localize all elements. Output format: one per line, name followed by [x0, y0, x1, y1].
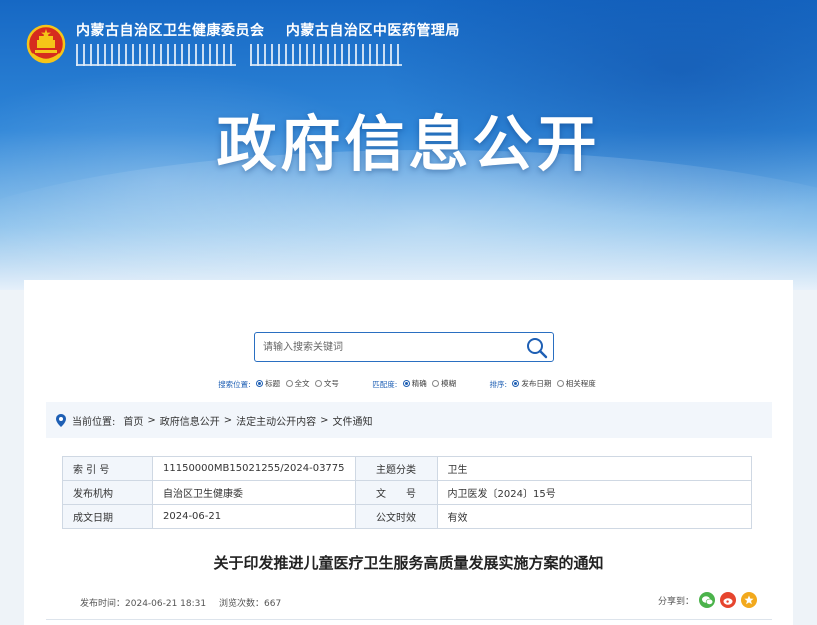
divider [46, 619, 772, 620]
filter-search-position: 搜索位置: 标题 全文 文号 [218, 378, 342, 390]
breadcrumb-separator: > [223, 414, 233, 426]
meta-key: 成文日期 [62, 504, 153, 529]
meta-key: 文 号 [354, 480, 438, 505]
document-meta-table: 索 引 号 11150000MB15021255/2024-03775 主题分类… [62, 456, 753, 529]
breadcrumb-notices[interactable]: 文件通知 [333, 413, 373, 428]
content-card: 搜索位置: 标题 全文 文号 匹配度: 精确 模糊 排序: 发布日期 相关程度 … [24, 280, 793, 625]
filter-label: 匹配度: [372, 380, 398, 389]
meta-key: 公文时效 [354, 504, 438, 529]
meta-key: 主题分类 [354, 456, 438, 481]
radio-exact[interactable]: 精确 [402, 378, 427, 389]
breadcrumb-home[interactable]: 首页 [123, 413, 143, 428]
search-box [254, 332, 554, 362]
publish-time: 2024-06-21 18:31 [125, 599, 207, 609]
filter-label: 排序: [489, 380, 508, 389]
radio-title[interactable]: 标题 [256, 378, 280, 389]
filter-match: 匹配度: 精确 模糊 [372, 378, 459, 390]
breadcrumb-separator: > [320, 414, 329, 426]
page-title: 政府信息公开 [216, 110, 601, 180]
meta-value: 内卫医发〔2024〕15号 [436, 480, 753, 505]
mongolian-script-names [76, 44, 402, 68]
breadcrumb-gov-info[interactable]: 政府信息公开 [160, 413, 220, 428]
favorite-icon[interactable] [741, 592, 757, 608]
org-name-tcm-bureau[interactable]: 内蒙古自治区中医药管理局 [286, 23, 460, 39]
meta-value: 2024-06-21 [152, 504, 356, 529]
search-input[interactable] [255, 333, 515, 361]
org-names: 内蒙古自治区卫生健康委员会 内蒙古自治区中医药管理局 [76, 20, 460, 40]
meta-value: 有效 [436, 504, 753, 529]
location-pin-icon [56, 413, 66, 427]
mongolian-text-image [76, 44, 236, 66]
meta-value: 11150000MB15021255/2024-03775 [152, 456, 356, 481]
views-count: 667 [264, 599, 282, 609]
wechat-icon[interactable] [699, 592, 715, 608]
radio-fuzzy[interactable]: 模糊 [432, 378, 456, 389]
breadcrumb-statutory[interactable]: 法定主动公开内容 [236, 413, 316, 428]
national-emblem-icon[interactable] [26, 24, 66, 66]
views-label: 浏览次数： [219, 599, 265, 609]
meta-key: 发布机构 [62, 480, 153, 505]
breadcrumb: 当前位置: 首页 > 政府信息公开 > 法定主动公开内容 > 文件通知 [46, 402, 772, 438]
publish-info: 发布时间：2024-06-21 18:31 浏览次数：667 [80, 596, 281, 609]
breadcrumb-separator: > [147, 414, 156, 426]
meta-key: 索 引 号 [62, 456, 153, 481]
filter-sort: 排序: 发布日期 相关程度 [489, 378, 598, 390]
header-banner: 内蒙古自治区卫生健康委员会 内蒙古自治区中医药管理局 政府信息公开 [0, 0, 817, 290]
meta-value: 卫生 [436, 456, 753, 481]
radio-publish-date[interactable]: 发布日期 [512, 378, 551, 389]
search-filters: 搜索位置: 标题 全文 文号 匹配度: 精确 模糊 排序: 发布日期 相关程度 [24, 378, 793, 390]
table-row: 索 引 号 11150000MB15021255/2024-03775 主题分类… [62, 456, 753, 481]
filter-label: 搜索位置: [218, 380, 251, 389]
article-title: 关于印发推进儿童医疗卫生服务高质量发展实施方案的通知 [213, 554, 604, 572]
weibo-icon[interactable] [720, 592, 736, 608]
share-label: 分享到： [657, 596, 694, 607]
table-row: 成文日期 2024-06-21 公文时效 有效 [62, 504, 753, 529]
mongolian-text-image [250, 44, 402, 66]
meta-value: 自治区卫生健康委 [152, 480, 356, 505]
radio-relevance[interactable]: 相关程度 [556, 378, 596, 389]
radio-doc-number[interactable]: 文号 [314, 378, 339, 389]
search-icon[interactable] [525, 336, 549, 360]
table-row: 发布机构 自治区卫生健康委 文 号 内卫医发〔2024〕15号 [62, 480, 753, 505]
radio-fulltext[interactable]: 全文 [285, 378, 310, 389]
publish-time-label: 发布时间： [80, 599, 126, 609]
org-name-health-commission[interactable]: 内蒙古自治区卫生健康委员会 [76, 23, 265, 39]
share-bar: 分享到： [658, 592, 757, 608]
breadcrumb-label: 当前位置: [72, 416, 116, 428]
